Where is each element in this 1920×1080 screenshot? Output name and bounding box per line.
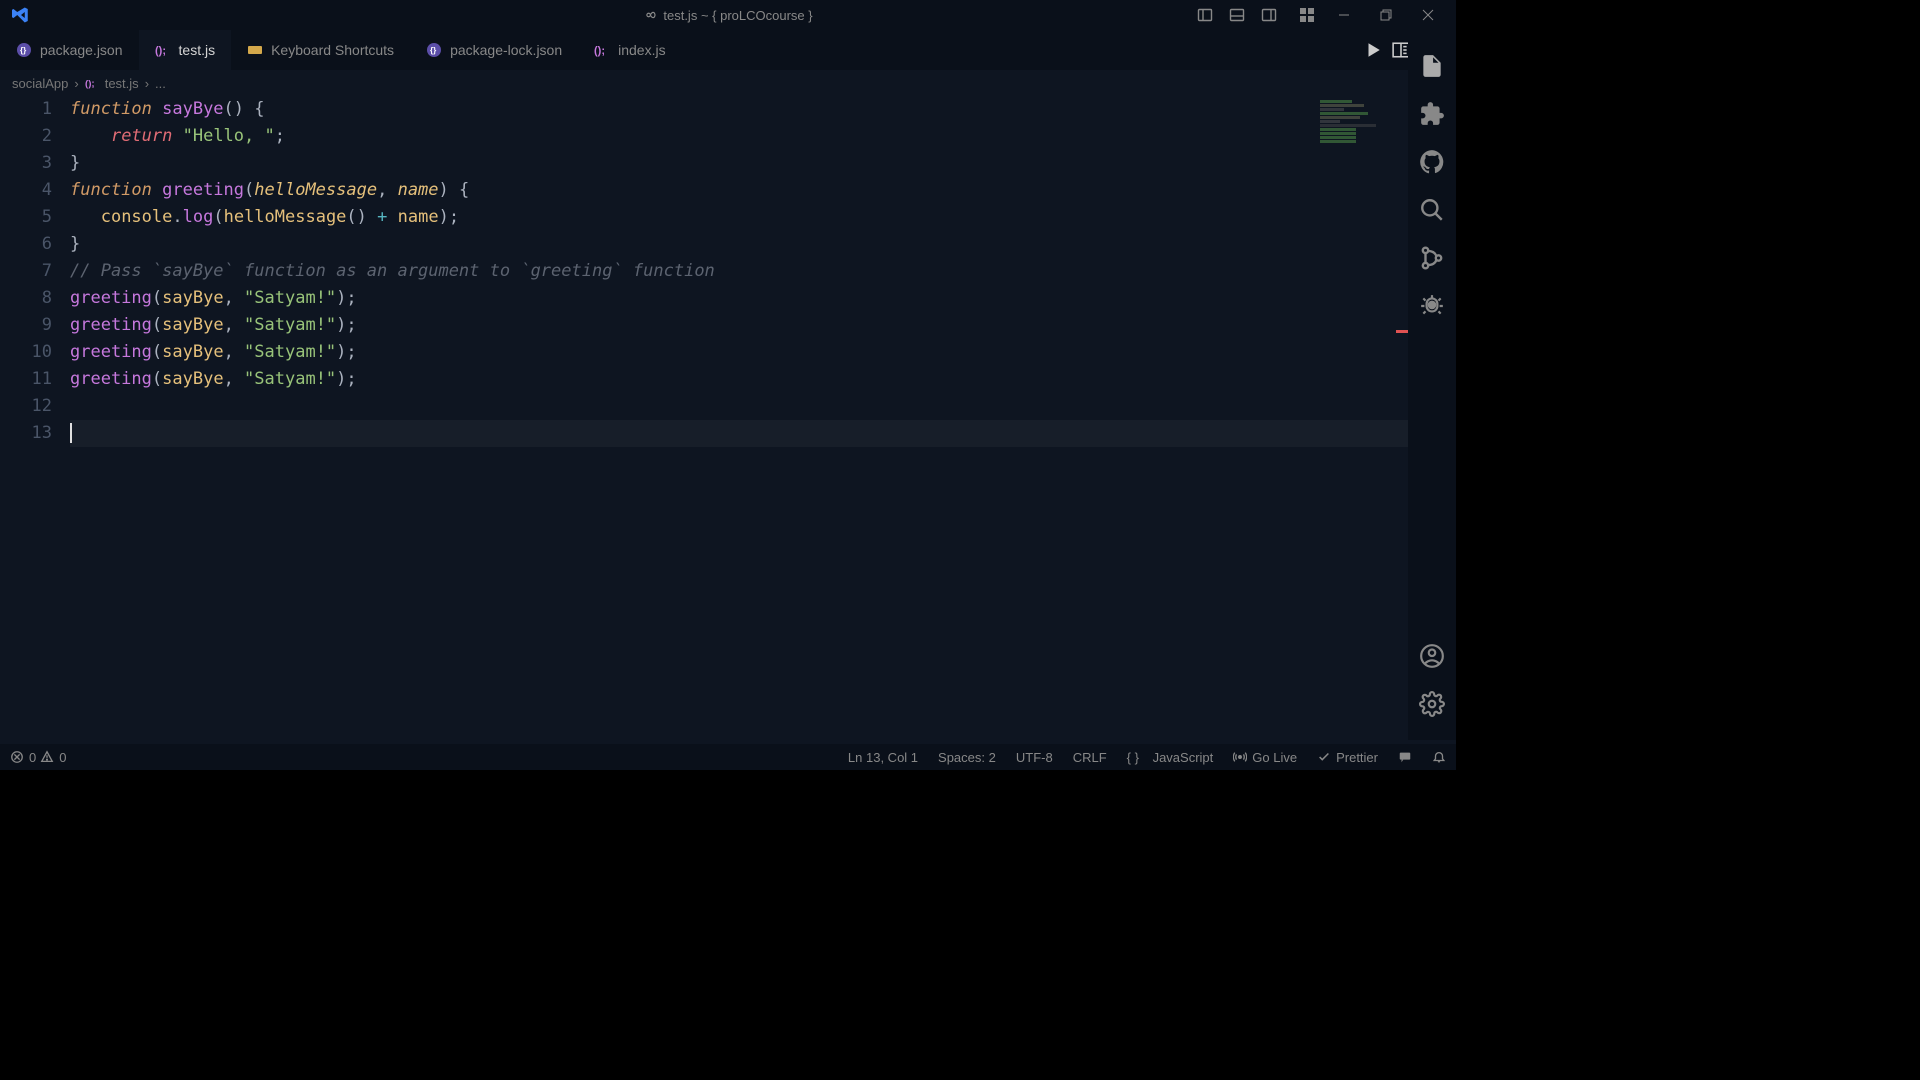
run-icon[interactable] xyxy=(1364,41,1382,59)
code-line[interactable]: function greeting(helloMessage, name) { xyxy=(70,177,1408,204)
line-number: 5 xyxy=(0,204,52,231)
bell-icon[interactable] xyxy=(1432,750,1446,764)
explorer-icon[interactable] xyxy=(1408,42,1456,90)
code-line[interactable]: } xyxy=(70,150,1408,177)
keyboard-icon xyxy=(247,42,263,58)
status-errors[interactable]: 0 xyxy=(10,750,36,765)
editor[interactable]: 12345678910111213 function sayBye() { re… xyxy=(0,96,1408,740)
vscode-logo-icon xyxy=(12,6,30,24)
line-number: 11 xyxy=(0,366,52,393)
code-line[interactable]: return "Hello, "; xyxy=(70,123,1408,150)
line-number-gutter: 12345678910111213 xyxy=(0,96,70,740)
line-number: 3 xyxy=(0,150,52,177)
prettier[interactable]: Prettier xyxy=(1317,750,1378,765)
close-button[interactable] xyxy=(1408,2,1448,28)
maximize-button[interactable] xyxy=(1366,2,1406,28)
tab-package-json[interactable]: {} package.json xyxy=(0,30,139,70)
tab-label: package-lock.json xyxy=(450,42,562,58)
cursor-position[interactable]: Ln 13, Col 1 xyxy=(848,750,918,765)
code-line[interactable]: // Pass `sayBye` function as an argument… xyxy=(70,258,1408,285)
tab-package-lock-json[interactable]: {} package-lock.json xyxy=(410,30,578,70)
code-line[interactable]: } xyxy=(70,231,1408,258)
debug-icon[interactable] xyxy=(1408,282,1456,330)
breadcrumb-file[interactable]: test.js xyxy=(105,76,139,91)
svg-text:();: (); xyxy=(155,45,166,57)
window-title: test.js ~ { proLCOcourse } xyxy=(643,8,812,23)
panel-left-icon[interactable] xyxy=(1190,2,1220,28)
breadcrumb[interactable]: socialApp › (); test.js › ... xyxy=(0,70,1456,96)
extensions-icon[interactable] xyxy=(1408,90,1456,138)
indentation[interactable]: Spaces: 2 xyxy=(938,750,996,765)
code-line[interactable]: greeting(sayBye, "Satyam!"); xyxy=(70,366,1408,393)
minimize-button[interactable] xyxy=(1324,2,1364,28)
vscode-window: test.js ~ { proLCOcourse } {} package.jso… xyxy=(0,0,1456,770)
js-icon: (); xyxy=(594,42,610,58)
json-icon: {} xyxy=(16,42,32,58)
code-line[interactable] xyxy=(70,420,1408,447)
breadcrumb-tail[interactable]: ... xyxy=(155,76,166,91)
tab-label: test.js xyxy=(179,42,216,58)
line-number: 1 xyxy=(0,96,52,123)
line-number: 4 xyxy=(0,177,52,204)
breadcrumb-root[interactable]: socialApp xyxy=(12,76,68,91)
settings-icon[interactable] xyxy=(1408,680,1456,728)
go-live[interactable]: Go Live xyxy=(1233,750,1297,765)
language-mode[interactable]: { } JavaScript xyxy=(1127,750,1214,765)
line-number: 7 xyxy=(0,258,52,285)
title-bar: test.js ~ { proLCOcourse } xyxy=(0,0,1456,30)
tab-bar: {} package.json (); test.js Keyboard Shortcu… xyxy=(0,30,1456,70)
js-icon: (); xyxy=(85,76,99,90)
code-line[interactable]: function sayBye() { xyxy=(70,96,1408,123)
search-icon[interactable] xyxy=(1408,186,1456,234)
svg-text:{}: {} xyxy=(20,46,26,55)
encoding[interactable]: UTF-8 xyxy=(1016,750,1053,765)
eol[interactable]: CRLF xyxy=(1073,750,1107,765)
tab-test-js[interactable]: (); test.js xyxy=(139,28,232,70)
code-line[interactable] xyxy=(70,393,1408,420)
tab-index-js[interactable]: (); index.js xyxy=(578,30,681,70)
svg-text:{}: {} xyxy=(430,46,436,55)
panel-bottom-icon[interactable] xyxy=(1222,2,1252,28)
line-number: 13 xyxy=(0,420,52,447)
feedback-icon[interactable] xyxy=(1398,750,1412,764)
line-number: 10 xyxy=(0,339,52,366)
code-line[interactable]: greeting(sayBye, "Satyam!"); xyxy=(70,339,1408,366)
code-line[interactable]: greeting(sayBye, "Satyam!"); xyxy=(70,285,1408,312)
svg-text:();: (); xyxy=(594,45,605,57)
line-number: 9 xyxy=(0,312,52,339)
code-line[interactable]: greeting(sayBye, "Satyam!"); xyxy=(70,312,1408,339)
svg-text:();: (); xyxy=(85,79,95,90)
tab-keyboard-shortcuts[interactable]: Keyboard Shortcuts xyxy=(231,30,410,70)
line-number: 2 xyxy=(0,123,52,150)
source-control-icon[interactable] xyxy=(1408,234,1456,282)
activity-bar xyxy=(1408,30,1456,740)
status-warnings[interactable]: 0 xyxy=(40,750,66,765)
line-number: 8 xyxy=(0,285,52,312)
js-icon: (); xyxy=(155,42,171,58)
code-line[interactable]: console.log(helloMessage() + name); xyxy=(70,204,1408,231)
account-icon[interactable] xyxy=(1408,632,1456,680)
json-icon: {} xyxy=(426,42,442,58)
code-area[interactable]: function sayBye() { return "Hello, ";}fu… xyxy=(70,96,1408,740)
layout-grid-icon[interactable] xyxy=(1292,2,1322,28)
tab-label: Keyboard Shortcuts xyxy=(271,42,394,58)
line-number: 6 xyxy=(0,231,52,258)
minimap[interactable] xyxy=(1320,100,1400,140)
tab-label: index.js xyxy=(618,42,665,58)
github-icon[interactable] xyxy=(1408,138,1456,186)
tab-label: package.json xyxy=(40,42,123,58)
overview-ruler-mark xyxy=(1396,330,1408,333)
line-number: 12 xyxy=(0,393,52,420)
cursor xyxy=(70,423,72,443)
status-bar: 0 0 Ln 13, Col 1 Spaces: 2 UTF-8 CRLF { … xyxy=(0,744,1456,770)
panel-right-icon[interactable] xyxy=(1254,2,1284,28)
